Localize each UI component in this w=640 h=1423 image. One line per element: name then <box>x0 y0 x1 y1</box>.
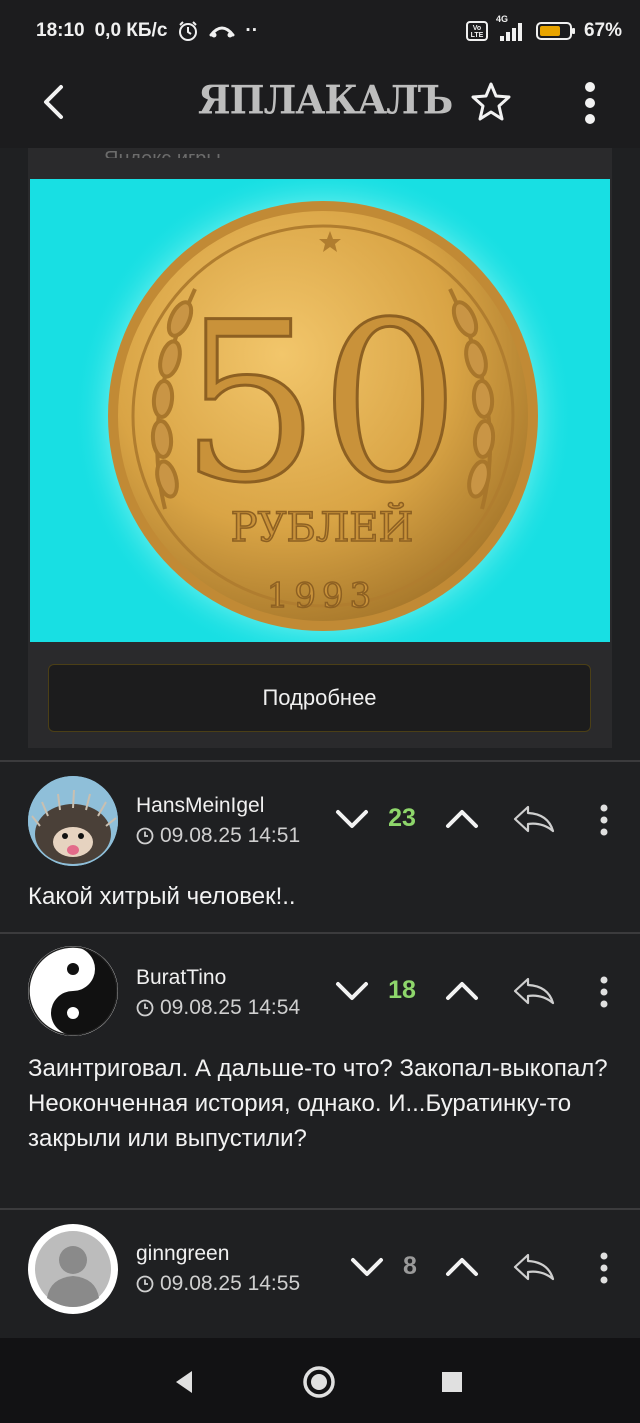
coin-image: 50 РУБЛЕЙ 1993 <box>73 179 573 642</box>
signal-icon: 4G <box>496 14 528 42</box>
app-bar: ЯПЛАКАЛЪ <box>0 62 640 148</box>
ad-source: Яндекс игры <box>104 144 221 158</box>
coin-value: 50 <box>180 275 460 531</box>
star-icon <box>471 82 511 121</box>
triangle-back-icon <box>176 1371 192 1393</box>
comment-date-text: 09.08.25 14:51 <box>160 824 301 847</box>
clock-icon <box>136 999 154 1017</box>
system-navigation-bar <box>0 1338 640 1423</box>
ad-details-button[interactable]: Подробнее <box>48 664 591 732</box>
default-user-avatar-image <box>29 1225 117 1313</box>
chevron-up-icon <box>446 810 478 828</box>
ad-card: Яндекс игры <box>28 148 612 748</box>
vote-down-button[interactable] <box>347 1252 387 1282</box>
svg-text:LTE: LTE <box>471 32 484 39</box>
clock-icon <box>136 1275 154 1293</box>
reply-icon <box>513 805 555 833</box>
comment-menu-button[interactable] <box>594 972 614 1012</box>
comment-author[interactable]: HansMeinIgel <box>136 794 264 818</box>
volte-icon: Vo LTE <box>465 21 488 41</box>
battery-icon <box>535 21 576 41</box>
more-vertical-icon <box>600 804 608 836</box>
comment-menu-button[interactable] <box>594 800 614 840</box>
nav-home-button[interactable] <box>299 1364 339 1400</box>
chevron-down-icon <box>351 1258 383 1276</box>
nav-back-button[interactable] <box>164 1364 204 1400</box>
comment-menu-button[interactable] <box>594 1248 614 1288</box>
reply-icon <box>513 977 555 1005</box>
chevron-up-icon <box>446 982 478 1000</box>
status-bar: 18:10 0,0 КБ/с ·· Vo LTE 4G 67% <box>0 0 640 62</box>
hedgehog-avatar-image <box>28 776 118 866</box>
avatar[interactable] <box>28 776 118 866</box>
battery-percent: 67% <box>583 20 622 41</box>
circle-home-icon <box>303 1366 335 1398</box>
coin-year: 1993 <box>267 576 378 616</box>
status-network-speed: 0,0 КБ/с <box>94 20 168 41</box>
reply-button[interactable] <box>510 974 558 1008</box>
chevron-up-icon <box>446 1258 478 1276</box>
comment-date-text: 09.08.25 14:54 <box>160 996 301 1019</box>
clock-icon <box>136 827 154 845</box>
comment-date-text: 09.08.25 14:55 <box>160 1272 301 1295</box>
vote-up-button[interactable] <box>442 804 482 834</box>
vote-down-button[interactable] <box>332 976 372 1006</box>
comment: HansMeinIgel 09.08.25 14:51 23 Какой хит… <box>0 762 640 932</box>
chevron-left-icon <box>44 85 63 119</box>
comment-author[interactable]: BuratTino <box>136 966 226 990</box>
vote-down-button[interactable] <box>332 804 372 834</box>
back-button[interactable] <box>34 82 74 122</box>
comment-score: 18 <box>388 976 416 1004</box>
reply-button[interactable] <box>510 1250 558 1284</box>
signal-network-label: 4G <box>495 14 508 24</box>
more-vertical-icon <box>600 1252 608 1284</box>
coin-text: РУБЛЕЙ <box>231 503 414 551</box>
comment-date: 09.08.25 14:51 <box>136 824 300 848</box>
comment-score: 8 <box>403 1252 417 1280</box>
nav-recents-button[interactable] <box>432 1364 472 1400</box>
comment: ginngreen 09.08.25 14:55 8 <box>0 1210 640 1338</box>
chevron-down-icon <box>336 982 368 1000</box>
comment-score: 23 <box>388 804 416 832</box>
site-logo[interactable]: ЯПЛАКАЛЪ <box>198 77 453 123</box>
status-time: 18:10 <box>36 20 85 41</box>
alarm-icon <box>177 20 199 42</box>
ad-image[interactable]: 50 РУБЛЕЙ 1993 <box>30 179 610 642</box>
menu-button[interactable] <box>574 78 606 128</box>
status-dots: ·· <box>245 20 259 41</box>
more-vertical-icon <box>585 82 595 124</box>
comment-author[interactable]: ginngreen <box>136 1242 229 1266</box>
comment-text: Какой хитрый человек!.. <box>28 883 296 910</box>
hotspot-icon <box>209 23 235 39</box>
comment-date: 09.08.25 14:54 <box>136 996 300 1020</box>
reply-icon <box>513 1253 555 1281</box>
square-recents-icon <box>442 1372 462 1392</box>
vote-up-button[interactable] <box>442 976 482 1006</box>
vote-up-button[interactable] <box>442 1252 482 1282</box>
avatar[interactable] <box>28 946 118 1036</box>
svg-text:Vo: Vo <box>473 25 481 32</box>
comment-text: Заинтриговал. А дальше-то что? Закопал-в… <box>28 1055 608 1152</box>
avatar[interactable] <box>28 1224 118 1314</box>
favorite-button[interactable] <box>468 78 514 124</box>
comment: BuratTino 09.08.25 14:54 18 Заинтриговал… <box>0 934 640 1208</box>
comment-date: 09.08.25 14:55 <box>136 1272 300 1296</box>
yin-yang-avatar-image <box>28 946 118 1036</box>
chevron-down-icon <box>336 810 368 828</box>
more-vertical-icon <box>600 976 608 1008</box>
reply-button[interactable] <box>510 802 558 836</box>
